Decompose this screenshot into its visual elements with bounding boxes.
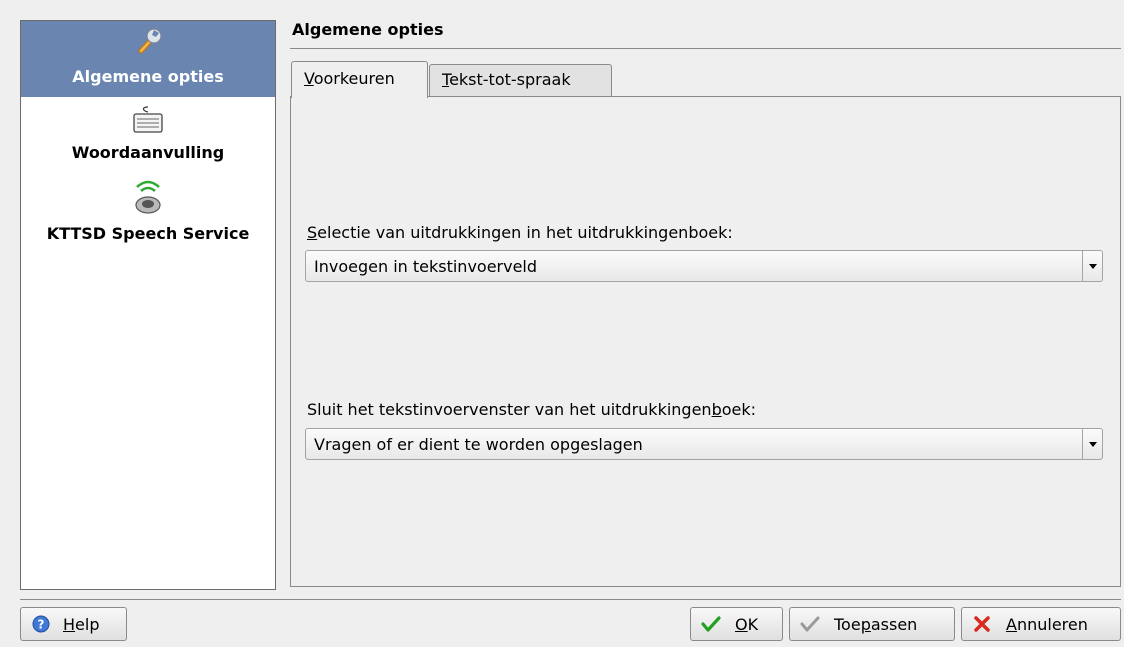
cancel-button[interactable]: Annuleren	[961, 607, 1121, 641]
tab-mnemonic: T	[442, 70, 450, 89]
sidebar-item-label: Algemene opties	[72, 67, 224, 86]
tab-label: ekst-tot-spraak	[449, 70, 571, 89]
sidebar-item-woordaanvulling[interactable]: Woordaanvulling	[21, 97, 275, 173]
sidebar: Algemene opties Woordaanvulling KTTSD Sp…	[20, 20, 276, 590]
cancel-icon	[972, 614, 992, 634]
tab-tekst-tot-spraak[interactable]: Tekst-tot-spraak	[429, 64, 612, 96]
sidebar-item-algemene-opties[interactable]: Algemene opties	[21, 21, 275, 97]
button-mnemonic: p	[860, 614, 871, 634]
wrench-icon	[132, 25, 164, 61]
button-mnemonic: O	[735, 614, 748, 634]
button-label: assen	[870, 614, 918, 634]
check-icon	[701, 614, 721, 634]
title-divider	[290, 48, 1121, 49]
button-mnemonic: A	[1006, 614, 1017, 634]
sidebar-item-label: KTTSD Speech Service	[46, 224, 250, 243]
help-icon: ?	[31, 614, 51, 634]
help-button[interactable]: ? Help	[20, 607, 127, 641]
button-mnemonic: H	[63, 614, 76, 634]
dropdown-value: Invoegen in tekstinvoerveld	[314, 256, 538, 276]
speaker-icon	[131, 178, 165, 220]
tab-label: oorkeuren	[313, 69, 395, 88]
sidebar-item-label: Woordaanvulling	[71, 143, 225, 162]
label-text: electie van uitdrukkingen in het uitdruk…	[317, 223, 733, 242]
label-text: oek:	[721, 400, 757, 419]
label-mnemonic: S	[307, 223, 318, 242]
button-bar-divider	[20, 599, 1121, 600]
close-window-label: Sluit het tekstinvoervenster van het uit…	[307, 400, 756, 419]
page-title: Algemene opties	[292, 20, 444, 39]
chevron-down-icon[interactable]	[1082, 251, 1102, 281]
dropdown-value: Vragen of er dient te worden opgeslagen	[314, 434, 643, 454]
keyboard-icon	[131, 105, 165, 139]
close-window-dropdown[interactable]: Vragen of er dient te worden opgeslagen	[305, 428, 1103, 460]
apply-button[interactable]: Toe p assen	[789, 607, 955, 641]
tab-voorkeuren[interactable]: Voorkeuren	[291, 61, 428, 98]
check-gray-icon	[800, 614, 820, 634]
ok-button[interactable]: OK	[690, 607, 783, 641]
tab-mnemonic: V	[304, 69, 314, 88]
label-text: Sluit het tekstinvoervenster van het uit…	[307, 400, 712, 419]
chevron-down-icon[interactable]	[1082, 429, 1102, 459]
button-label: elp	[75, 614, 100, 634]
label-mnemonic: b	[711, 400, 722, 419]
sidebar-item-kttsd-speech-service[interactable]: KTTSD Speech Service	[21, 173, 275, 253]
button-label: Toe	[834, 614, 861, 634]
button-label: nnuleren	[1016, 614, 1088, 634]
tab-panel	[290, 96, 1121, 587]
svg-text:?: ?	[38, 618, 45, 632]
phrasebook-selection-dropdown[interactable]: Invoegen in tekstinvoerveld	[305, 250, 1103, 282]
phrasebook-selection-label: Selectie van uitdrukkingen in het uitdru…	[307, 223, 733, 242]
button-label: K	[747, 614, 759, 634]
